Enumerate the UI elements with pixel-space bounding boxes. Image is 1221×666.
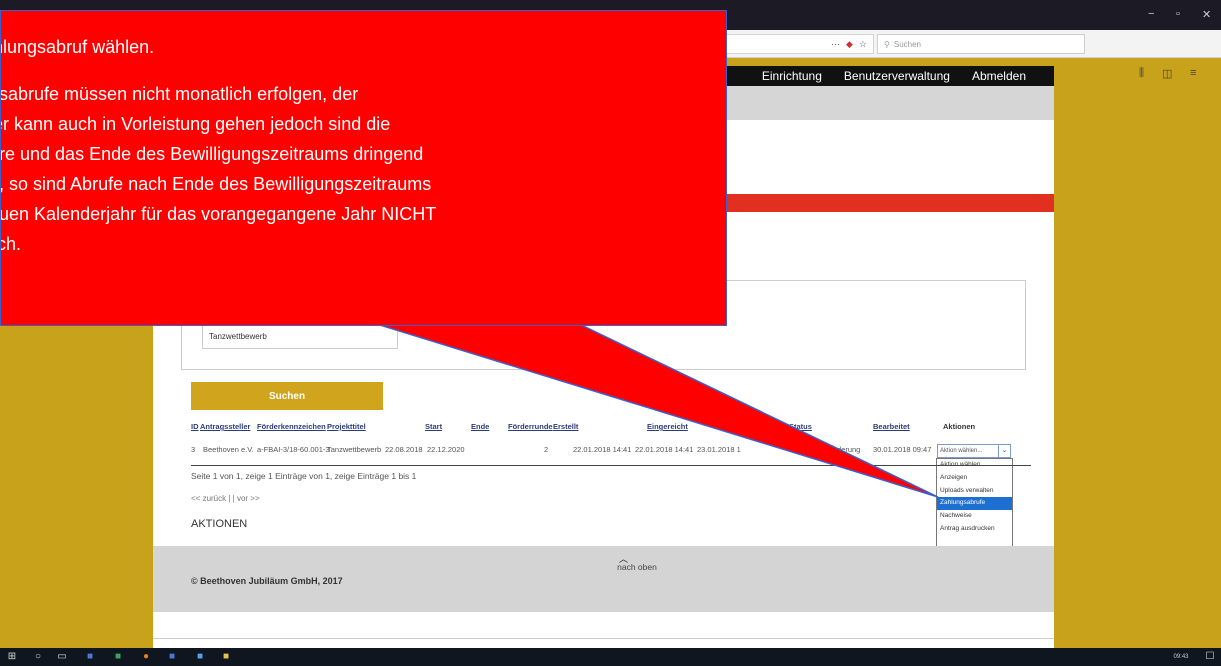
search-icon: ⚲ — [884, 39, 890, 49]
option-uploads-verwalten[interactable]: Uploads verwalten — [937, 485, 1012, 498]
projekttitel-input[interactable]: Tanzwettbewerb — [202, 323, 398, 349]
pagination-summary: Seite 1 von 1, zeige 1 Einträge von 1, z… — [191, 471, 417, 481]
minimize-icon[interactable]: − — [1148, 8, 1154, 20]
back-to-top-link[interactable]: nach oben — [587, 562, 687, 572]
callout-title: hlungsabruf wählen. — [0, 37, 155, 57]
bookmark-star-icon[interactable]: ☆ — [859, 39, 867, 50]
cell-eingereicht: 22.01.2018 14:41 — [635, 445, 694, 454]
browser-search-field[interactable]: ⚲ Suchen — [877, 34, 1085, 54]
callout-body: gsabrufe müssen nicht monatlich erfolgen… — [0, 84, 437, 254]
nav-einrichtung[interactable]: Einrichtung — [762, 69, 822, 83]
cell-projekttitel: Tanzwettbewerb — [327, 445, 382, 454]
page-actions-icon[interactable]: ··· — [831, 39, 840, 49]
notification-icon[interactable]: ☐ — [1204, 651, 1216, 663]
app-icon-excel[interactable]: ■ — [112, 651, 124, 663]
table-divider — [191, 465, 1031, 466]
search-icon[interactable]: ○ — [32, 651, 44, 663]
header-ende[interactable]: Ende — [471, 422, 489, 431]
cell-status: derung — [837, 445, 861, 454]
action-dropdown-list: Aktion wählen... Anzeigen Uploads verwal… — [936, 458, 1013, 550]
header-id[interactable]: ID — [191, 422, 199, 431]
app-icon-firefox[interactable]: ● — [140, 651, 152, 663]
nav-abmelden[interactable]: Abmelden — [972, 69, 1026, 83]
pagination-links[interactable]: << zurück | | vor >> — [191, 494, 260, 503]
search-button[interactable]: Suchen — [191, 382, 383, 410]
sidebar-icon[interactable]: ◫ — [1162, 67, 1172, 80]
maximize-icon[interactable]: ▫ — [1176, 8, 1180, 20]
nav-benutzerverwaltung[interactable]: Benutzerverwaltung — [844, 69, 950, 83]
header-bearbeitet[interactable]: Bearbeitet — [873, 422, 910, 431]
cell-erstellt: 22.01.2018 14:41 — [573, 445, 632, 454]
folder-icon[interactable]: ■ — [220, 651, 232, 663]
task-view-icon[interactable]: ▭ — [56, 651, 68, 663]
search-placeholder: Suchen — [893, 39, 921, 49]
option-anzeigen[interactable]: Anzeigen — [937, 472, 1012, 485]
option-nachweise[interactable]: Nachweise — [937, 510, 1012, 523]
copyright-text: © Beethoven Jubiläum GmbH, 2017 — [191, 576, 343, 586]
url-bar[interactable]: ··· ◆ ☆ — [712, 34, 874, 54]
library-icon[interactable]: ⫼ — [1139, 67, 1144, 80]
header-status[interactable]: Status — [789, 422, 812, 431]
windows-start-icon[interactable]: ⊞ — [6, 651, 18, 663]
header-start[interactable]: Start — [425, 422, 442, 431]
header-foerderrunde[interactable]: Förderrunde — [508, 422, 553, 431]
cell-start: 22.08.2018 — [385, 445, 423, 454]
cell-id: 3 — [191, 445, 196, 454]
action-select-value: Aktion wählen... — [940, 448, 983, 454]
header-antragssteller[interactable]: Antragssteller — [200, 422, 250, 431]
header-projekttitel[interactable]: Projekttitel — [327, 422, 366, 431]
instruction-callout: hlungsabruf wählen. gsabrufe müssen nich… — [0, 10, 727, 326]
header-foerderkennzeichen[interactable]: Förderkennzeichen — [257, 422, 326, 431]
option-zahlungsabrufe[interactable]: Zahlungsabrufe — [937, 497, 1012, 511]
pocket-icon[interactable]: ◆ — [846, 39, 853, 50]
cell-foerderrunde: 2 — [544, 445, 549, 454]
page-footer: ︿ nach oben © Beethoven Jubiläum GmbH, 2… — [153, 546, 1054, 612]
cell-ende: 22.12.2020 — [427, 445, 465, 454]
cell-foerderkennzeichen: a-FBAI-3/18-60.001-3 — [257, 445, 330, 454]
app-icon-explorer[interactable]: ■ — [194, 651, 206, 663]
app-icon-outlook[interactable]: ■ — [166, 651, 178, 663]
cell-extra-date: 23.01.2018 1 — [697, 445, 741, 454]
header-eingereicht[interactable]: Eingereicht — [647, 422, 688, 431]
chevron-down-icon[interactable]: ⌄ — [998, 445, 1010, 457]
app-icon-word[interactable]: ■ — [84, 651, 96, 663]
clock[interactable]: 09:43 — [1166, 651, 1196, 663]
cell-bearbeitet: 30.01.2018 09:47 — [873, 445, 932, 454]
option-antrag-ausdrucken[interactable]: Antrag ausdrucken — [937, 523, 1012, 536]
header-aktionen: Aktionen — [943, 422, 976, 431]
close-icon[interactable]: ✕ — [1202, 8, 1211, 21]
section-title-aktionen: AKTIONEN — [191, 518, 248, 530]
cell-antragssteller: Beethoven e.V. — [203, 445, 254, 454]
header-erstellt[interactable]: Erstellt — [553, 422, 578, 431]
action-select[interactable]: Aktion wählen... ⌄ — [937, 444, 1011, 458]
windows-taskbar: ⊞ ○ ▭ ■ ■ ● ■ ■ ■ 09:43 ☐ — [0, 648, 1221, 666]
menu-icon[interactable]: ≡ — [1190, 67, 1196, 79]
